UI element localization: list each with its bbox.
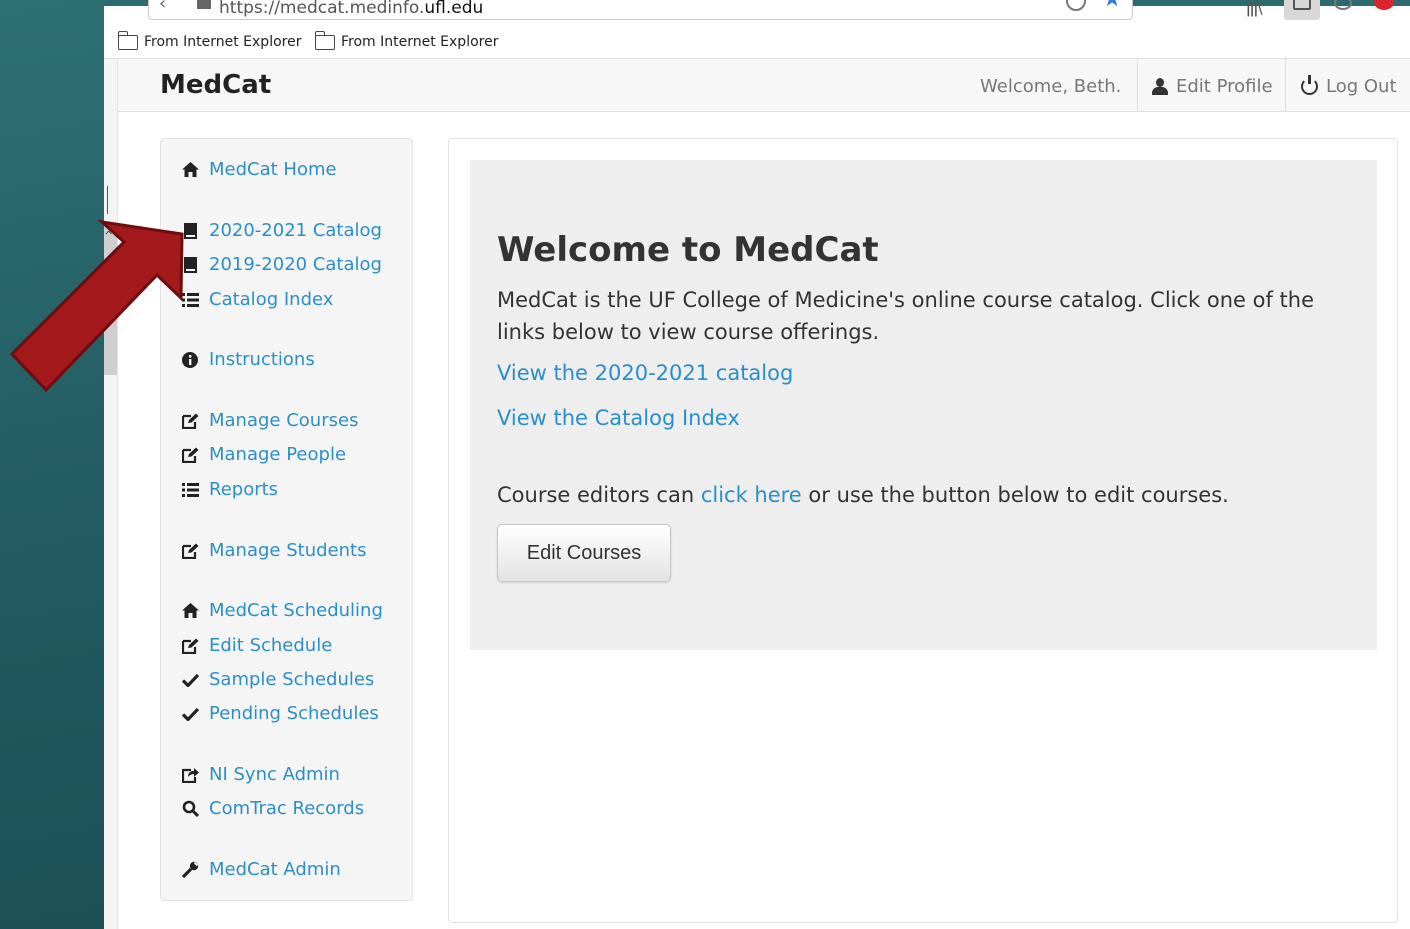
adjacent-panel-edge: ^ <box>104 59 118 929</box>
sidebar-item-2020-2021-catalog[interactable]: 2020-2021 Catalog <box>181 220 382 241</box>
sidebar-nav: MedCat Home 2020-2021 Catalog 2019-2020 … <box>160 138 413 901</box>
account-icon[interactable] <box>1334 0 1352 10</box>
sidebar-item-label: Reports <box>209 479 279 500</box>
sidebar-item-label: ComTrac Records <box>209 798 365 819</box>
check-icon <box>181 705 199 723</box>
sidebar-item-sample-schedules[interactable]: Sample Schedules <box>181 669 374 690</box>
url-text: https://medcat.medinfo.ufl.edu <box>219 0 484 18</box>
sidebar-item-comtrac-records[interactable]: ComTrac Records <box>181 798 364 819</box>
main-content-panel: Welcome to MedCat MedCat is the UF Colle… <box>448 138 1398 923</box>
home-icon <box>181 602 199 620</box>
sidebar-item-medcat-home[interactable]: MedCat Home <box>181 159 337 180</box>
extension-icon[interactable] <box>1374 0 1394 10</box>
editors-text-suffix: or use the button below to edit courses. <box>801 483 1229 507</box>
sidebar-item-label: MedCat Scheduling <box>209 600 383 621</box>
bookmarks-bar: From Internet Explorer From Internet Exp… <box>104 22 1410 59</box>
user-icon <box>1152 77 1168 96</box>
library-icon[interactable]: ǀǀǀ\ <box>1246 0 1263 17</box>
sidebar-item-pending-schedules[interactable]: Pending Schedules <box>181 703 379 724</box>
bookmark-star-icon[interactable]: ★ <box>1102 0 1122 11</box>
sidebar-item-reports[interactable]: Reports <box>181 479 278 500</box>
edit-icon <box>181 637 199 655</box>
sidebar-item-manage-people[interactable]: Manage People <box>181 444 346 465</box>
reload-icon[interactable] <box>1066 0 1086 11</box>
sidebar-item-catalog-index[interactable]: Catalog Index <box>181 289 333 310</box>
check-icon <box>181 671 199 689</box>
folder-icon <box>117 30 138 50</box>
top-navbar: MedCat Welcome, Beth. Edit Profile Log O… <box>118 59 1410 112</box>
sidebar-item-label: Instructions <box>209 349 315 370</box>
sidebar-item-label: NI Sync Admin <box>209 764 340 785</box>
bookmark-folder[interactable]: From Internet Explorer <box>117 30 302 50</box>
list-icon <box>181 481 199 499</box>
welcome-text: Welcome, Beth. <box>980 76 1122 97</box>
view-catalog-link[interactable]: View the 2020-2021 catalog <box>497 361 793 385</box>
click-here-link[interactable]: click here <box>701 483 802 507</box>
sidebar-item-medcat-scheduling[interactable]: MedCat Scheduling <box>181 600 383 621</box>
view-catalog-index-link[interactable]: View the Catalog Index <box>497 406 740 430</box>
sidebar-item-instructions[interactable]: Instructions <box>181 349 315 370</box>
sidebar-item-label: Manage Students <box>209 540 367 561</box>
panel-border-mark <box>104 186 108 214</box>
log-out-label: Log Out <box>1326 76 1397 97</box>
folder-icon <box>314 30 335 50</box>
power-icon <box>1301 75 1318 95</box>
sidebar-item-edit-schedule[interactable]: Edit Schedule <box>181 635 332 656</box>
course-editors-text: Course editors can click here or use the… <box>497 483 1229 507</box>
sidebar-item-label: Pending Schedules <box>209 703 379 724</box>
sidebar-toggle-icon[interactable] <box>1284 0 1320 20</box>
red-pointer-arrow-icon <box>9 220 184 393</box>
brand-title[interactable]: MedCat <box>160 70 271 100</box>
edit-profile-link[interactable]: Edit Profile <box>1152 76 1273 97</box>
sidebar-item-label: 2020-2021 Catalog <box>209 220 382 241</box>
sidebar-item-label: MedCat Admin <box>209 859 341 880</box>
share-icon <box>181 766 199 784</box>
welcome-heading: Welcome to MedCat <box>497 230 879 270</box>
wrench-icon <box>181 861 199 879</box>
editors-text-prefix: Course editors can <box>497 483 701 507</box>
sidebar-item-label: MedCat Home <box>209 159 337 180</box>
edit-icon <box>181 542 199 560</box>
log-out-link[interactable]: Log Out <box>1301 75 1397 97</box>
back-arrow-icon[interactable]: ‹ <box>159 0 166 14</box>
nav-divider <box>1285 59 1286 112</box>
edit-profile-label: Edit Profile <box>1176 76 1273 97</box>
edit-icon <box>181 412 199 430</box>
sidebar-item-label: Catalog Index <box>209 289 334 310</box>
edit-courses-button[interactable]: Edit Courses <box>497 524 671 582</box>
page-info-icon[interactable] <box>197 0 211 9</box>
bookmark-label: From Internet Explorer <box>144 34 302 50</box>
edit-icon <box>181 446 199 464</box>
search-icon <box>181 800 199 818</box>
sidebar-item-ni-sync-admin[interactable]: NI Sync Admin <box>181 764 340 785</box>
home-icon <box>181 161 199 179</box>
sidebar-item-label: Manage People <box>209 444 347 465</box>
browser-window: ‹ https://medcat.medinfo.ufl.edu ★ ǀǀǀ\ … <box>104 0 1410 929</box>
sidebar-item-2019-2020-catalog[interactable]: 2019-2020 Catalog <box>181 254 382 275</box>
bookmark-folder[interactable]: From Internet Explorer <box>314 30 499 50</box>
bookmark-label: From Internet Explorer <box>341 34 499 50</box>
nav-divider <box>1137 59 1138 112</box>
sidebar-item-label: 2019-2020 Catalog <box>209 254 382 275</box>
welcome-jumbotron: Welcome to MedCat MedCat is the UF Colle… <box>470 160 1377 650</box>
address-bar[interactable]: ‹ https://medcat.medinfo.ufl.edu ★ <box>148 0 1133 20</box>
sidebar-item-label: Edit Schedule <box>209 635 333 656</box>
slide-background <box>0 0 104 929</box>
sidebar-item-label: Manage Courses <box>209 410 359 431</box>
intro-text: MedCat is the UF College of Medicine's o… <box>497 288 1315 344</box>
sidebar-item-label: Sample Schedules <box>209 669 375 690</box>
sidebar-item-manage-students[interactable]: Manage Students <box>181 540 366 561</box>
sidebar-item-manage-courses[interactable]: Manage Courses <box>181 410 358 431</box>
sidebar-item-medcat-admin[interactable]: MedCat Admin <box>181 859 341 880</box>
